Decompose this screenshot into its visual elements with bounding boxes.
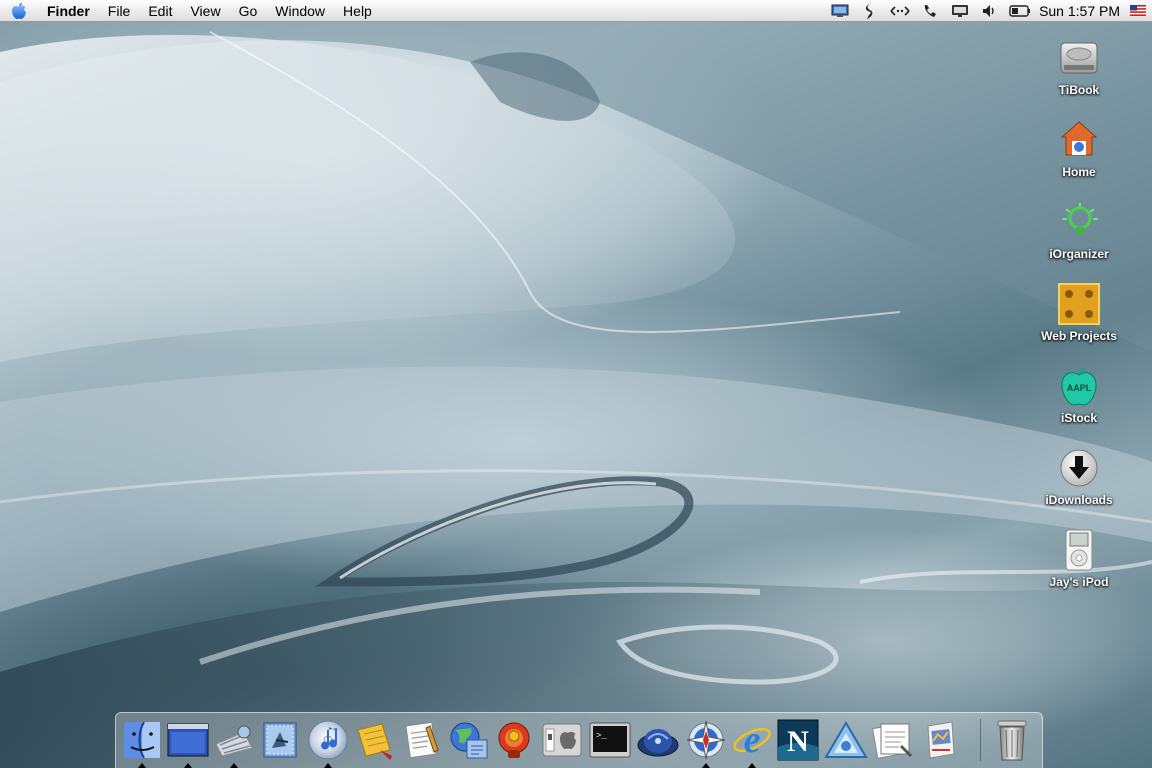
terminal-icon: >_ (589, 722, 631, 758)
dock-separator (980, 719, 981, 761)
apple-system-prefs-icon (542, 723, 582, 757)
running-indicator (138, 763, 146, 768)
lightbulb-icon (1055, 198, 1103, 246)
dock-item-sherlock[interactable] (212, 717, 256, 768)
dock-item-preview[interactable] (870, 717, 914, 763)
hard-drive-icon (1055, 34, 1103, 82)
menu-clock[interactable]: Sun 1:57 PM (1035, 0, 1130, 22)
ie-letter: e (744, 719, 761, 761)
dock-item-trash[interactable] (990, 717, 1034, 763)
menu-go[interactable]: Go (230, 0, 267, 22)
running-indicator (324, 763, 332, 768)
running-indicator (702, 763, 710, 768)
download-arrow-icon (1055, 444, 1103, 492)
sherlock-icon (215, 725, 253, 757)
desktop-icon-tibook[interactable]: TiBook (1029, 34, 1129, 97)
aapl-text: AAPL (1067, 383, 1092, 393)
netscape-letter: N (787, 725, 809, 758)
screen-icon[interactable] (945, 0, 975, 22)
compass-icon (686, 720, 726, 760)
desktop[interactable]: TiBook Home iOrganizer Web Projects AAPL… (0, 22, 1152, 768)
apple-menu[interactable] (0, 0, 38, 22)
desktop-window-icon (167, 723, 209, 757)
desktop-icon-label: Home (1062, 165, 1096, 179)
dock-item-compass[interactable] (684, 717, 728, 768)
dock: >_ e N (115, 712, 1043, 768)
desktop-icon-label: Web Projects (1041, 329, 1117, 343)
netscape-icon: N (777, 719, 819, 761)
volume-icon[interactable] (975, 0, 1005, 22)
dock-item-finder[interactable] (120, 717, 164, 768)
dock-item-itunes[interactable] (306, 717, 350, 768)
triangle-app-icon (824, 721, 868, 758)
dock-item-stickies[interactable] (352, 717, 396, 763)
desktop-icon-idownloads[interactable]: iDownloads (1029, 444, 1129, 507)
dock-item-system-prefs[interactable] (540, 717, 584, 763)
dock-item-textedit[interactable] (400, 717, 444, 763)
aqua-wallpaper (0, 22, 1152, 768)
display-icon[interactable] (825, 0, 855, 22)
menu-window[interactable]: Window (266, 0, 334, 22)
apple-logo-icon (12, 2, 26, 19)
dock-item-terminal[interactable]: >_ (588, 717, 632, 763)
desktop-icon-ipod[interactable]: Jay's iPod (1029, 526, 1129, 589)
desktop-icon-label: iDownloads (1045, 493, 1113, 507)
menu-extras: Sun 1:57 PM (825, 0, 1152, 22)
desktop-icon-label: TiBook (1058, 83, 1100, 97)
dock-item-mail[interactable] (258, 717, 302, 763)
aapl-apple-icon: AAPL (1055, 362, 1103, 410)
dock-item-window[interactable] (166, 717, 210, 768)
menu-bar: Finder File Edit View Go Window Help Sun… (0, 0, 1152, 22)
terminal-prompt: >_ (596, 731, 607, 741)
network-icon[interactable] (885, 0, 915, 22)
airport-icon (637, 729, 679, 757)
textedit-icon (405, 721, 439, 759)
desktop-icon-home[interactable]: Home (1029, 116, 1129, 179)
dock-item-network-utility[interactable] (446, 717, 490, 763)
modem-icon[interactable] (915, 0, 945, 22)
stickies-icon (357, 723, 392, 760)
preview-icon (872, 723, 913, 759)
desktop-icon-web-projects[interactable]: Web Projects (1029, 280, 1129, 343)
home-folder-icon (1055, 116, 1103, 164)
menu-file[interactable]: File (99, 0, 140, 22)
menu-app-finder[interactable]: Finder (38, 0, 99, 22)
dock-item-triangle-app[interactable] (824, 717, 868, 763)
network-utility-icon (450, 722, 488, 759)
running-indicator (230, 763, 238, 768)
dock-item-netscape[interactable]: N (776, 717, 820, 763)
desktop-icon-label: Jay's iPod (1049, 575, 1109, 589)
script-icon[interactable] (855, 0, 885, 22)
dock-item-system-lock[interactable] (492, 717, 536, 763)
finder-icon (124, 721, 160, 759)
itunes-icon (308, 720, 348, 760)
folder-box-icon (1055, 280, 1103, 328)
menu-help[interactable]: Help (334, 0, 381, 22)
dock-item-internet-explorer[interactable]: e (730, 717, 774, 768)
desktop-icon-istock[interactable]: AAPL iStock (1029, 362, 1129, 425)
menu-view[interactable]: View (181, 0, 229, 22)
trash-icon (997, 720, 1027, 761)
internet-explorer-icon: e (733, 719, 771, 761)
menu-edit[interactable]: Edit (139, 0, 181, 22)
system-lock-icon (498, 722, 530, 758)
dock-item-image-capture[interactable] (918, 717, 962, 763)
desktop-icon-iorganizer[interactable]: iOrganizer (1029, 198, 1129, 261)
battery-icon[interactable] (1005, 0, 1035, 22)
image-capture-icon (927, 721, 955, 759)
running-indicator (748, 763, 756, 768)
mail-icon (263, 722, 297, 758)
us-flag-icon[interactable] (1130, 0, 1152, 22)
running-indicator (184, 763, 192, 768)
desktop-icon-label: iStock (1060, 411, 1097, 425)
desktop-icon-label: iOrganizer (1049, 247, 1109, 261)
ipod-icon (1055, 526, 1103, 574)
dock-item-airport[interactable] (636, 717, 680, 763)
